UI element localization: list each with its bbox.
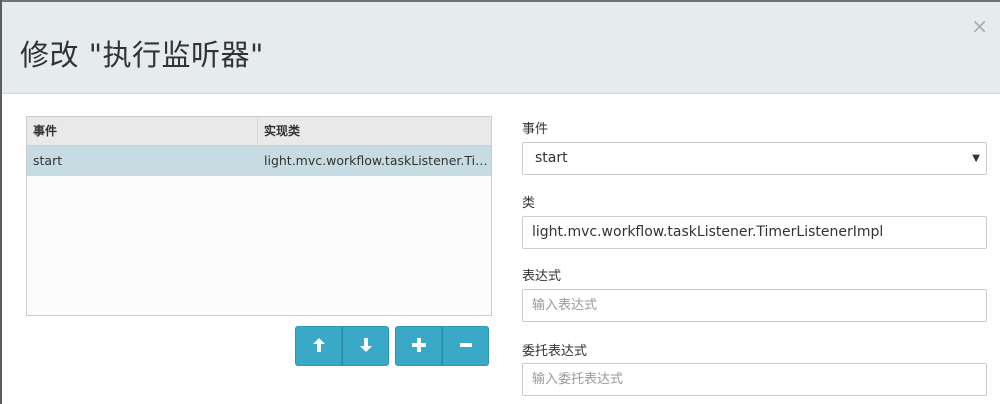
move-down-button[interactable] — [342, 326, 389, 366]
minus-icon — [459, 337, 473, 356]
add-button[interactable] — [395, 326, 442, 366]
move-button-group — [295, 326, 389, 366]
delegate-expression-placeholder: 输入委托表达式 — [532, 372, 624, 387]
caret-down-icon: ▼ — [972, 153, 980, 164]
column-header-impl[interactable]: 实现类 — [258, 117, 491, 145]
listener-table: 事件 实现类 start light.mvc.workflow.taskList… — [26, 116, 492, 316]
add-remove-button-group — [395, 326, 489, 366]
expression-label: 表达式 — [522, 269, 562, 284]
dialog-title: 修改 "执行监听器" — [20, 38, 264, 72]
expression-placeholder: 输入表达式 — [532, 298, 598, 313]
arrow-down-icon — [359, 337, 372, 356]
listener-dialog: 修改 "执行监听器" × 事件 实现类 start light.mvc.work… — [0, 0, 1000, 404]
move-up-button[interactable] — [295, 326, 342, 366]
event-select-value: start — [535, 150, 568, 166]
column-header-event[interactable]: 事件 — [27, 117, 258, 145]
plus-icon — [411, 337, 426, 356]
delegate-expression-input[interactable]: 输入委托表达式 — [522, 363, 987, 396]
delegate-expression-label: 委托表达式 — [522, 344, 588, 359]
class-label: 类 — [522, 196, 536, 211]
remove-button[interactable] — [442, 326, 489, 366]
cell-impl: light.mvc.workflow.taskListener.Timer... — [264, 153, 491, 168]
table-header: 事件 实现类 — [27, 117, 491, 146]
event-select[interactable]: start ▼ — [522, 142, 987, 175]
dialog-header: 修改 "执行监听器" × — [2, 0, 1000, 94]
expression-input[interactable]: 输入表达式 — [522, 289, 987, 322]
table-row[interactable]: start light.mvc.workflow.taskListener.Ti… — [27, 146, 491, 176]
cell-event: start — [27, 146, 258, 176]
event-label: 事件 — [522, 122, 549, 137]
close-icon[interactable]: × — [971, 16, 988, 36]
arrow-up-icon — [312, 337, 325, 356]
class-input[interactable]: light.mvc.workflow.taskListener.TimerLis… — [522, 216, 987, 249]
